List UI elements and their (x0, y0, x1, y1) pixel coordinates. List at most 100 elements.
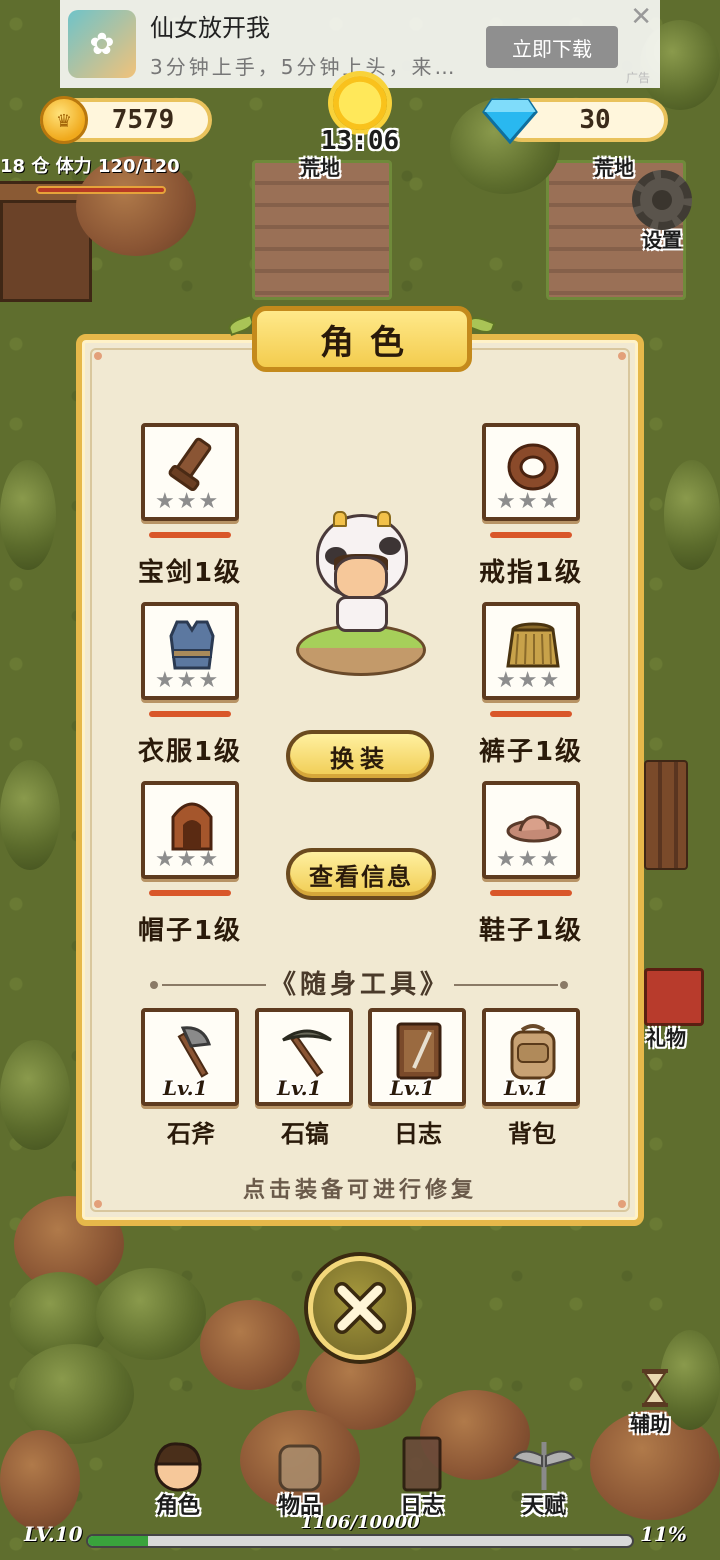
durability-bar (490, 711, 572, 717)
ad-mark: 广告 (625, 71, 650, 85)
star-rating: ★ ★ ★ (155, 847, 219, 872)
coin-counter[interactable]: ♛ 7579 (40, 96, 212, 144)
gift-box-icon[interactable] (644, 968, 704, 1026)
tool-level: Lv.1 (504, 1076, 549, 1100)
equip-label-sword: 宝剑1级 (137, 558, 243, 588)
nav-talent[interactable]: 天赋 (494, 1436, 594, 1519)
tool-level: Lv.1 (277, 1076, 322, 1100)
tool-slot-axe[interactable]: Lv.1 (141, 1008, 239, 1106)
day-clock: 13:06 (318, 76, 402, 156)
ad-close-icon[interactable]: ✕ (630, 2, 652, 32)
gift-label[interactable]: 礼物 (646, 1022, 686, 1051)
gem-amount: 30 (579, 105, 611, 135)
character-avatar[interactable] (296, 510, 426, 676)
ad-app-logo: ✿ (68, 10, 136, 78)
star-rating: ★ ★ ★ (496, 489, 560, 514)
ad-download-button[interactable]: 立即下载 (486, 26, 618, 68)
gear-icon (632, 170, 692, 230)
nav-journal[interactable]: 日志 (372, 1436, 472, 1519)
journal-icon (396, 1022, 442, 1080)
equip-label-ring: 戒指1级 (478, 558, 584, 588)
axe-icon (177, 1026, 212, 1078)
equip-slot-hat[interactable]: ★ ★ ★ (141, 781, 239, 879)
panel-title: 角色 (252, 306, 472, 372)
star-rating: ★ ★ ★ (496, 847, 560, 872)
xp-progress-text: 1106/10000 (300, 1512, 420, 1533)
xp-progress-fill (88, 1536, 148, 1546)
durability-bar (149, 890, 231, 896)
talent-wings-icon (512, 1442, 576, 1490)
tools-title: 随身工具 (299, 970, 420, 1000)
sun-icon (333, 76, 387, 130)
tool-level: Lv.1 (390, 1076, 435, 1100)
tree (14, 1344, 134, 1444)
tool-slot-pickaxe[interactable]: Lv.1 (255, 1008, 353, 1106)
close-panel-button[interactable] (308, 1256, 412, 1360)
assist-label[interactable]: 辅助 (630, 1408, 670, 1437)
ad-subtitle: 3分钟上手，5分钟上头，来… (150, 55, 458, 79)
tool-slot-journal[interactable]: Lv.1 (368, 1008, 466, 1106)
bag-icon (278, 1444, 322, 1492)
tools-section-header: 《随身工具》 (150, 964, 570, 1004)
vest-icon (169, 620, 215, 670)
tree (96, 1268, 206, 1360)
tool-level: Lv.1 (163, 1076, 208, 1100)
log-pile (644, 760, 688, 870)
ring-icon (507, 443, 559, 491)
equip-slot-sword[interactable]: ★ ★ ★ (141, 423, 239, 521)
star-rating: ★ ★ ★ (155, 668, 219, 693)
corner-dot (94, 352, 102, 360)
hourglass-icon[interactable] (640, 1368, 670, 1408)
storage-label: 18 仓 (0, 156, 50, 177)
nav-items[interactable]: 物品 (250, 1436, 350, 1519)
stamina-value: 120/120 (97, 156, 180, 177)
coin-amount: 7579 (111, 105, 175, 135)
hat-icon (171, 802, 213, 851)
close-icon (334, 1282, 386, 1334)
equip-label-clothes: 衣服1级 (137, 737, 243, 767)
durability-bar (490, 532, 572, 538)
experience-bar-area: LV.10 1106/10000 11% (0, 1512, 720, 1560)
equip-label-hat: 帽子1级 (137, 916, 243, 946)
pickaxe-icon (282, 1029, 332, 1078)
plot-label-left: 荒地 (300, 156, 340, 180)
equip-slot-clothes[interactable]: ★ ★ ★ (141, 602, 239, 700)
tree (0, 460, 56, 570)
tool-label-axe: 石斧 (167, 1120, 215, 1148)
star-rating: ★ ★ ★ (155, 489, 219, 514)
character-face (334, 556, 388, 600)
tree (200, 1300, 300, 1390)
tree (664, 460, 720, 570)
skirt-icon (506, 622, 560, 668)
change-outfit-button[interactable]: 换装 (286, 730, 434, 782)
equip-slot-ring[interactable]: ★ ★ ★ (482, 423, 580, 521)
equip-slot-pants[interactable]: ★ ★ ★ (482, 602, 580, 700)
tool-label-journal: 日志 (394, 1120, 442, 1148)
ad-banner[interactable]: ✿ 仙女放开我 3分钟上手，5分钟上头，来… 立即下载 ✕ 广告 (60, 0, 660, 88)
diamond-icon (482, 98, 538, 144)
tool-label-backpack: 背包 (508, 1120, 556, 1148)
xp-percent: 11% (640, 1522, 687, 1546)
gem-counter[interactable]: 30 (482, 98, 668, 144)
durability-bar (149, 532, 231, 538)
repair-hint: 点击装备可进行修复 (242, 1178, 477, 1203)
nav-character[interactable]: 角色 (128, 1436, 228, 1519)
backpack-icon (510, 1024, 556, 1080)
stamina-bar (36, 186, 166, 194)
character-body (336, 596, 388, 632)
corner-dot (618, 352, 626, 360)
equip-slot-shoes[interactable]: ★ ★ ★ (482, 781, 580, 879)
durability-bar (149, 711, 231, 717)
stamina-label: 体力 (55, 156, 92, 177)
stamina-display: 18 仓 体力 120/120 (0, 152, 180, 178)
star-rating: ★ ★ ★ (496, 668, 560, 693)
view-info-button[interactable]: 查看信息 (286, 848, 436, 900)
farm-plot-left[interactable] (252, 160, 392, 300)
character-icon (154, 1442, 202, 1492)
tool-slot-backpack[interactable]: Lv.1 (482, 1008, 580, 1106)
settings-button[interactable]: 设置 (626, 170, 698, 253)
xp-progress-bar (86, 1534, 634, 1548)
coin-crown-icon: ♛ (40, 96, 88, 144)
shoes-icon (506, 815, 562, 843)
tree (0, 1040, 70, 1150)
